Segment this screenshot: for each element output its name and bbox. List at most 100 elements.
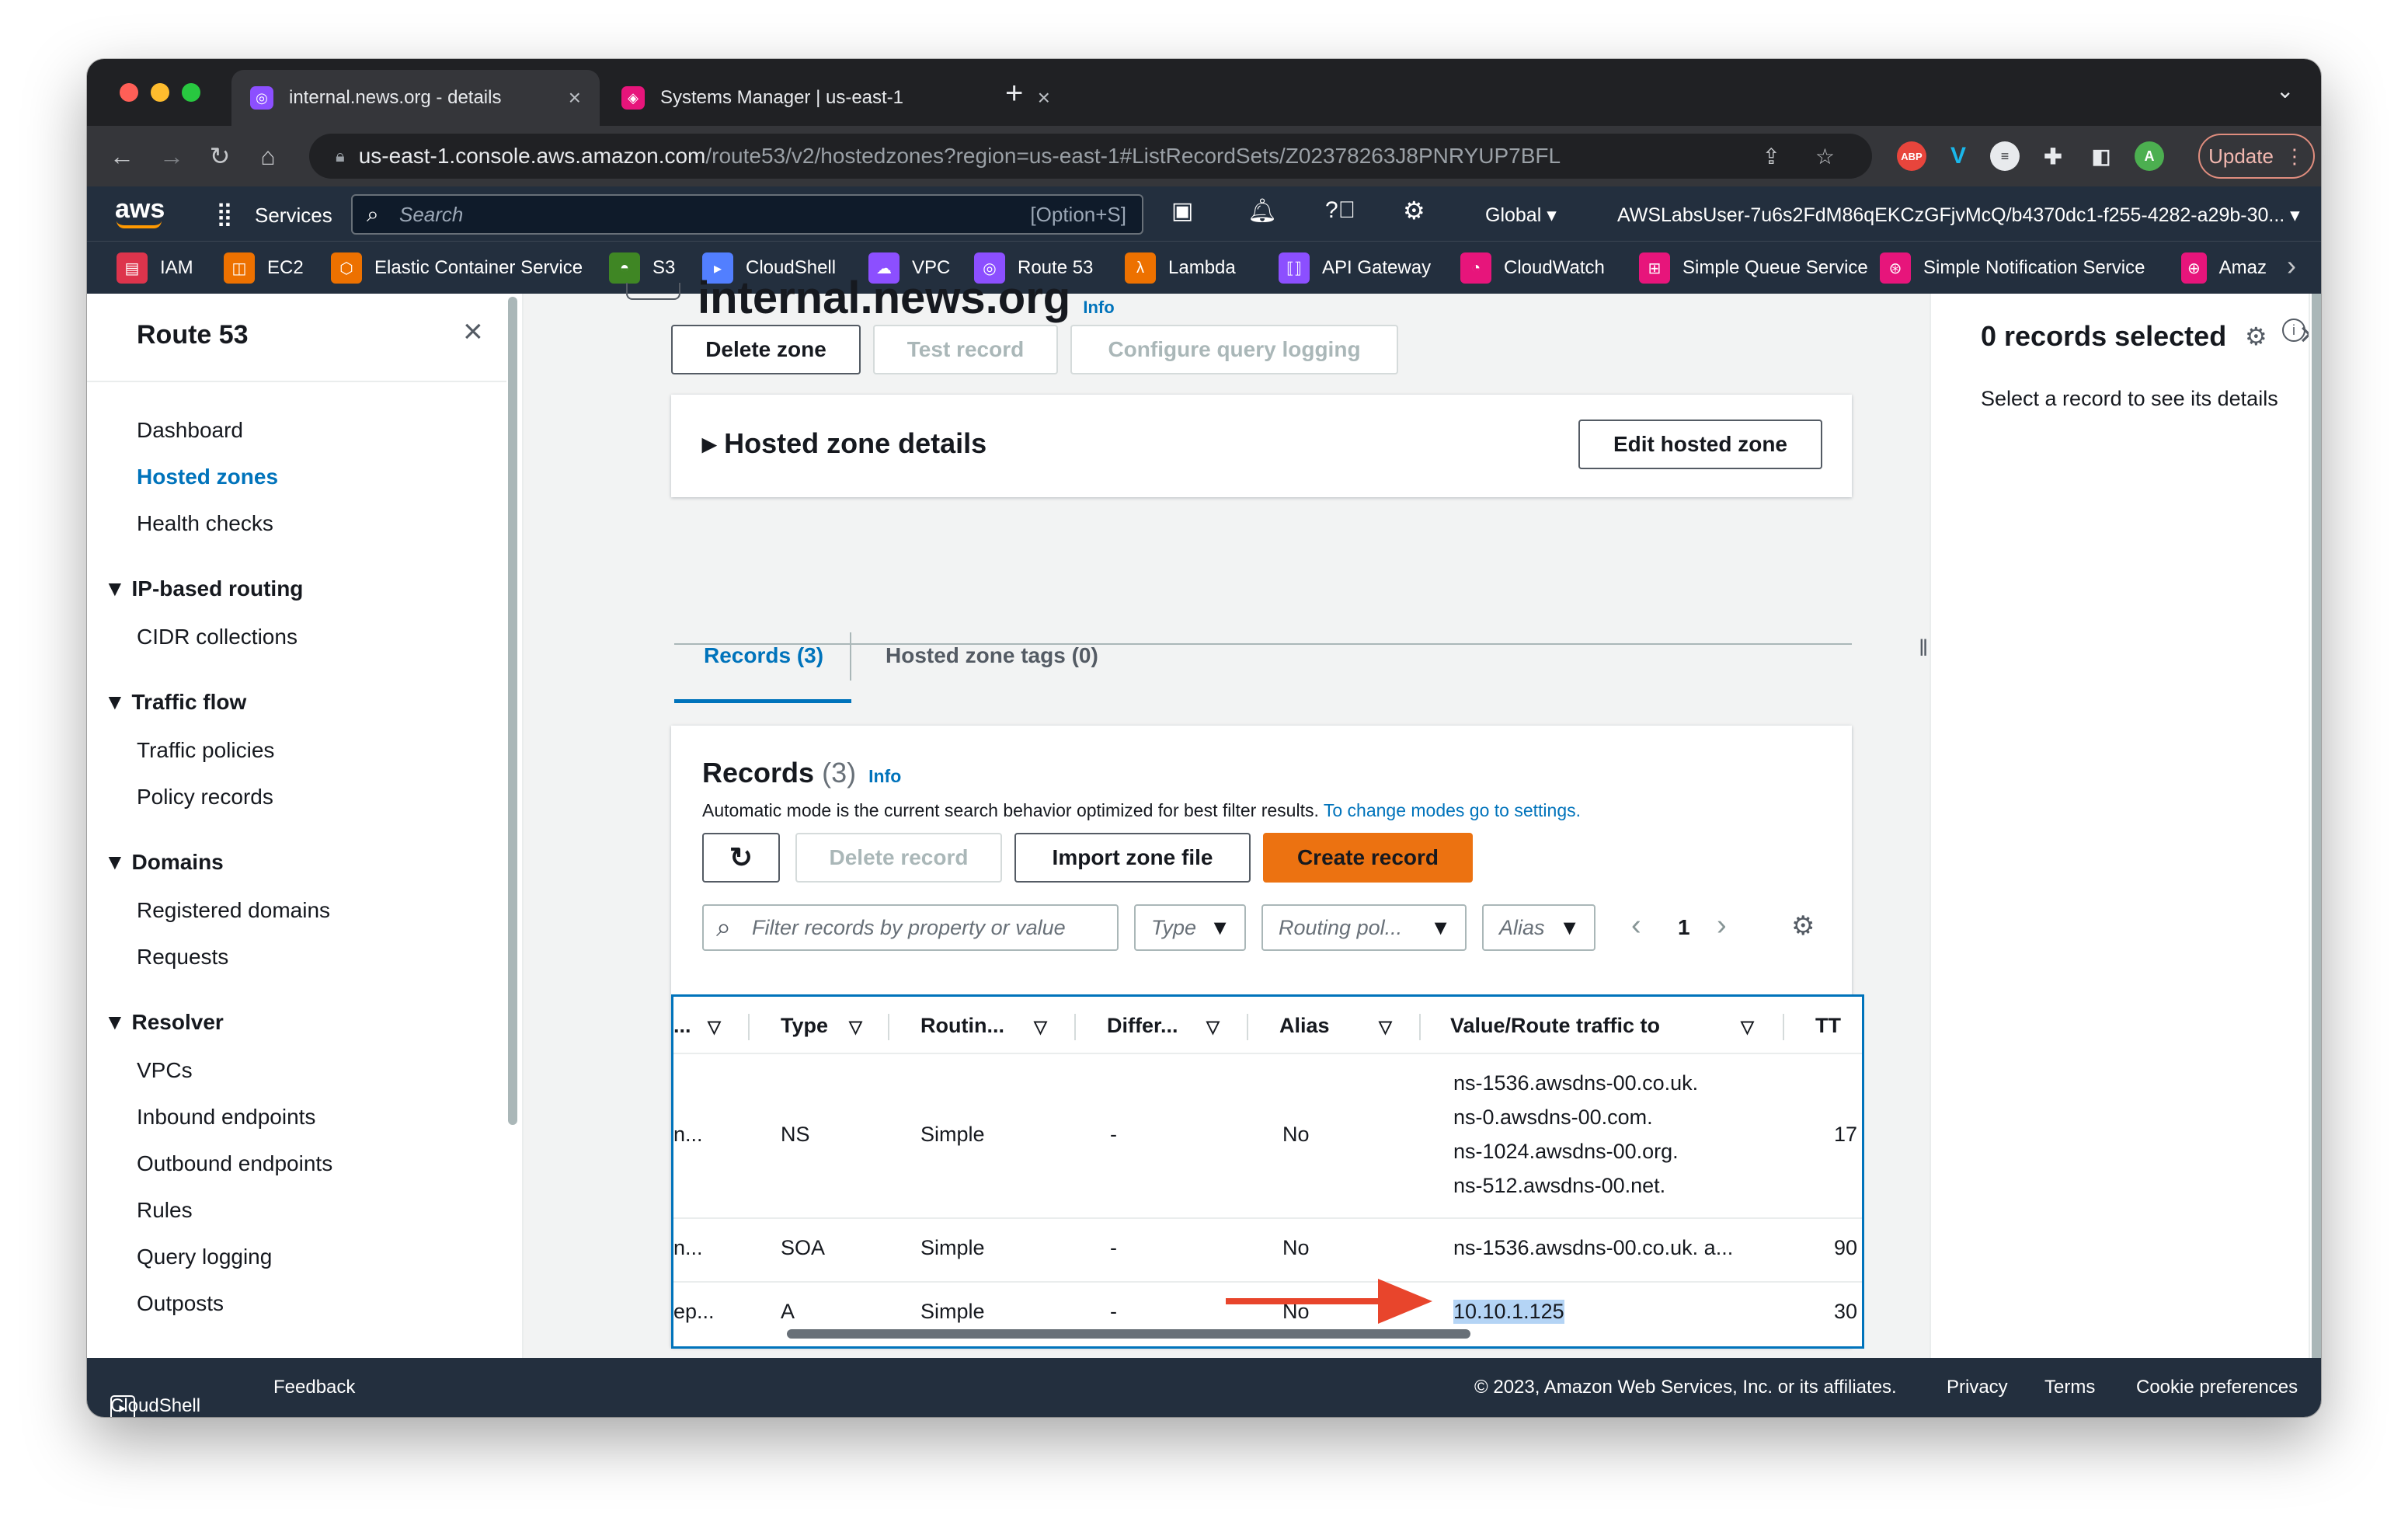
sidebar-item-registered-domains[interactable]: Registered domains [137,898,330,923]
fav-ecs[interactable]: ⬡ Elastic Container Service [331,252,583,284]
footer-cookie-preferences-link[interactable]: Cookie preferences [2136,1377,2298,1398]
favorites-scroll-right-icon[interactable]: › [2287,249,2296,282]
create-record-button[interactable]: Create record [1263,833,1473,883]
next-page-icon[interactable]: › [1717,909,1727,942]
vimeo-extension-icon[interactable]: V [1943,141,1973,171]
sort-caret-icon[interactable]: ▽ [1741,1017,1754,1037]
tab-search-chevron-icon[interactable]: ⌄ [2276,78,2294,103]
share-icon[interactable]: ⇪ [1763,144,1780,169]
horizontal-scrollbar[interactable] [787,1329,1470,1339]
sidebar-item-cidr[interactable]: CIDR collections [137,625,298,649]
sort-caret-icon[interactable]: ▽ [849,1017,862,1037]
previous-page-icon[interactable]: ‹ [1631,909,1641,942]
fav-cloudwatch[interactable]: ◔ CloudWatch [1460,252,1605,284]
bookmark-star-icon[interactable]: ☆ [1815,144,1835,169]
close-window-button[interactable] [120,83,138,102]
sidebar-item-rules[interactable]: Rules [137,1198,193,1223]
sidebar-item-hosted-zones[interactable]: Hosted zones [137,465,278,489]
column-divider[interactable] [1783,1014,1784,1040]
hosted-zone-details-toggle[interactable]: ▸ Hosted zone details [702,427,987,460]
close-tab-icon[interactable]: × [1038,85,1050,110]
column-divider[interactable] [888,1014,889,1040]
fav-iam[interactable]: ▤ IAM [117,252,193,284]
sort-caret-icon[interactable]: ▽ [1034,1017,1047,1037]
settings-link[interactable]: To change modes go to settings. [1324,800,1581,820]
configure-query-logging-button[interactable]: Configure query logging [1070,325,1398,374]
cloudshell-icon[interactable]: ▣ [1171,197,1193,225]
filter-records-input[interactable]: ⌕ Filter records by property or value [702,904,1119,951]
account-menu[interactable]: AWSLabsUser-7u6s2FdM86qEKCzGFjvMcQ/b4370… [1617,204,2301,227]
table-row[interactable]: n... SOA Simple - No ns-1536.awsdns-00.c… [673,1219,1862,1283]
back-icon[interactable]: ← [103,137,141,176]
footer-terms-link[interactable]: Terms [2044,1377,2095,1398]
fav-sns[interactable]: ⊛ Simple Notification Service [1880,252,2145,284]
home-icon[interactable]: ⌂ [249,137,287,176]
routing-policy-dropdown[interactable]: Routing pol... ▼ [1261,904,1467,951]
info-link[interactable]: Info [1083,298,1114,317]
column-header-routing[interactable]: Routin... [920,1014,1004,1038]
type-dropdown[interactable]: Type ▼ [1134,904,1246,951]
sidebar-item-query-logging[interactable]: Query logging [137,1245,272,1269]
sidebar-item-health-checks[interactable]: Health checks [137,511,273,536]
column-header-ttl[interactable]: TT [1815,1014,1841,1038]
sidebar-item-inbound-endpoints[interactable]: Inbound endpoints [137,1105,315,1130]
tab-hosted-zone-tags[interactable]: Hosted zone tags (0) [886,643,1098,668]
column-divider[interactable] [1247,1014,1248,1040]
edit-hosted-zone-button[interactable]: Edit hosted zone [1578,420,1822,469]
test-record-button[interactable]: Test record [873,325,1058,374]
refresh-button-partial[interactable] [626,283,680,300]
tab-internal-news[interactable]: ◎ internal.news.org - details × [231,70,600,126]
sidebar-item-dashboard[interactable]: Dashboard [137,418,243,443]
sort-caret-icon[interactable]: ▽ [1206,1017,1220,1037]
fav-lambda[interactable]: λ Lambda [1125,252,1236,284]
close-sidebar-icon[interactable]: × [463,312,483,351]
fav-api-gateway[interactable]: ⟦⟧ API Gateway [1279,252,1431,284]
adblock-extension-icon[interactable]: ABP [1897,141,1926,171]
notifications-bell-icon[interactable]: 🔔︎ [1247,197,1277,225]
column-header-type[interactable]: Type [781,1014,828,1038]
address-bar[interactable]: 🔒︎ us-east-1.console.aws.amazon.com/rout… [309,134,1872,179]
fav-s3[interactable]: ◓ S3 [609,252,675,284]
column-header-differentiator[interactable]: Differ... [1107,1014,1178,1038]
minimize-window-button[interactable] [151,83,169,102]
services-grid-icon[interactable]: ⣿ [216,200,233,228]
forward-icon[interactable]: → [152,137,191,176]
records-info-link[interactable]: Info [868,766,901,786]
services-menu[interactable]: Services [255,204,332,228]
fav-ec2[interactable]: ◫ EC2 [224,252,304,284]
search-input[interactable]: ⌕ Search [Option+S] [351,194,1143,235]
list-extension-icon[interactable]: ≡ [1990,141,2020,171]
sidebar-item-traffic-policies[interactable]: Traffic policies [137,738,274,763]
footer-feedback[interactable]: Feedback [273,1377,355,1398]
extensions-puzzle-icon[interactable]: ✚ [2038,141,2068,171]
record-name[interactable]: n... [673,1236,703,1260]
new-tab-icon[interactable]: + [1005,76,1023,111]
zoom-window-button[interactable] [182,83,200,102]
column-divider[interactable] [748,1014,750,1040]
sidebar-scrollbar[interactable] [508,297,517,1125]
alias-dropdown[interactable]: Alias ▼ [1482,904,1595,951]
settings-gear-icon[interactable]: ⚙ [1403,196,1425,225]
sidebar-section-domains[interactable]: ▼ Domains [104,850,224,875]
delete-record-button[interactable]: Delete record [795,833,1002,883]
sidebar-item-outposts[interactable]: Outposts [137,1291,224,1316]
help-icon[interactable]: ?⃝ [1325,197,1355,224]
import-zone-file-button[interactable]: Import zone file [1014,833,1251,883]
info-panel-icon[interactable]: i [2282,319,2305,342]
sort-caret-icon[interactable]: ▽ [1379,1017,1392,1037]
tab-systems-manager[interactable]: ◈ Systems Manager | us-east-1 × [603,70,1069,126]
record-name[interactable]: n... [673,1123,703,1147]
table-row[interactable]: n... NS Simple - No ns-1536.awsdns-00.co… [673,1054,1862,1219]
reload-icon[interactable]: ↻ [200,137,239,176]
region-selector[interactable]: Global ▾ [1485,204,1557,227]
fav-amazon[interactable]: ⊕ Amaz [2181,252,2267,284]
refresh-records-button[interactable]: ↻ [702,833,780,883]
tab-records[interactable]: Records (3) [704,643,823,668]
table-settings-gear-icon[interactable]: ⚙ [1791,910,1815,942]
fav-sqs[interactable]: ⊞ Simple Queue Service [1639,252,1868,284]
panel-settings-gear-icon[interactable]: ⚙ [2245,322,2267,351]
sidebar-section-ip-routing[interactable]: ▼ IP-based routing [104,576,303,601]
close-tab-icon[interactable]: × [569,85,581,110]
delete-zone-button[interactable]: Delete zone [671,325,861,374]
column-divider[interactable] [1074,1014,1076,1040]
